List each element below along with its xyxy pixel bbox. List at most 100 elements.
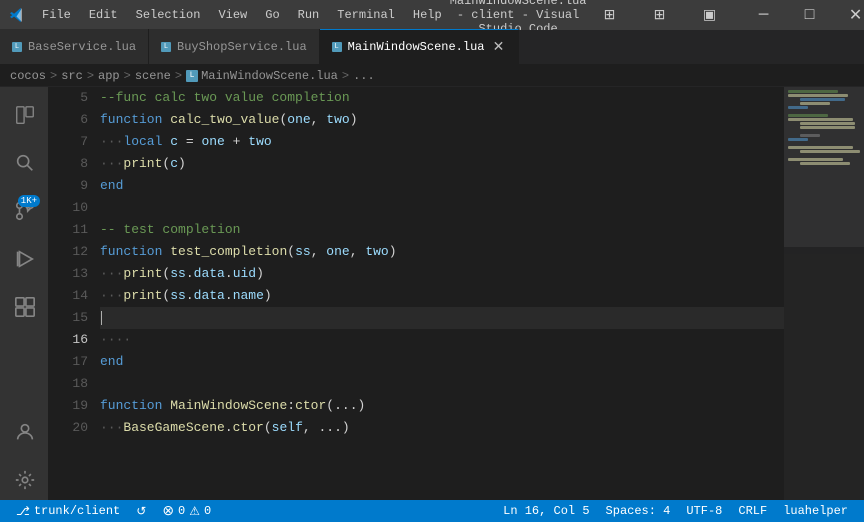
- line-num-8: 8: [48, 153, 88, 175]
- activity-settings[interactable]: [4, 460, 44, 500]
- remote-explorer-button[interactable]: ⊞: [587, 0, 633, 30]
- sync-icon: ↺: [136, 504, 146, 519]
- code-line-6: function calc_two_value(one, two): [100, 109, 784, 131]
- eol-text: CRLF: [738, 504, 767, 518]
- activity-run[interactable]: [4, 239, 44, 279]
- status-sync[interactable]: ↺: [128, 500, 154, 522]
- code-line-20: ···BaseGameScene.ctor(self, ...): [100, 417, 784, 439]
- code-line-18: [100, 373, 784, 395]
- warning-icon: ⚠: [189, 504, 200, 519]
- code-line-9: end: [100, 175, 784, 197]
- language-text: luahelper: [783, 504, 848, 518]
- line-num-20: 20: [48, 417, 88, 439]
- maximize-button[interactable]: □: [787, 0, 833, 30]
- vscode-logo-icon: [10, 7, 26, 23]
- branch-icon: ⎇: [16, 504, 30, 519]
- tab-label: BuyShopService.lua: [177, 40, 307, 54]
- close-button[interactable]: ✕: [833, 0, 864, 30]
- breadcrumb-sep: >: [87, 69, 94, 83]
- menu-go[interactable]: Go: [257, 6, 287, 24]
- minimap[interactable]: [784, 87, 864, 500]
- minimap-slider: [784, 87, 864, 247]
- code-line-11: -- test completion: [100, 219, 784, 241]
- cursor-position: Ln 16, Col 5: [503, 504, 589, 518]
- line-num-18: 18: [48, 373, 88, 395]
- breadcrumb-sep: >: [50, 69, 57, 83]
- window-controls: ⊞ ⊞ ▣ ─ □ ✕: [587, 0, 864, 30]
- status-bar: ⎇ trunk/client ↺ ⊗ 0 ⚠ 0 Ln 16, Col 5 Sp…: [0, 500, 864, 522]
- line-num-10: 10: [48, 197, 88, 219]
- line-num-6: 6: [48, 109, 88, 131]
- line-num-16: 16: [48, 329, 88, 351]
- broadcast-button[interactable]: ⊞: [637, 0, 683, 30]
- title-bar: File Edit Selection View Go Run Terminal…: [0, 0, 864, 30]
- line-num-13: 13: [48, 263, 88, 285]
- breadcrumb-sep: >: [342, 69, 349, 83]
- code-line-13: ···print(ss.data.uid): [100, 263, 784, 285]
- status-spaces[interactable]: Spaces: 4: [598, 500, 679, 522]
- lua-file-icon: L: [332, 42, 342, 52]
- status-eol[interactable]: CRLF: [730, 500, 775, 522]
- activity-source-control[interactable]: 1K+: [4, 191, 44, 231]
- minimize-button[interactable]: ─: [741, 0, 787, 30]
- menu-file[interactable]: File: [34, 6, 79, 24]
- breadcrumb-sep: >: [175, 69, 182, 83]
- lua-file-icon: L: [161, 42, 171, 52]
- editor-area: 5 6 7 8 9 10 11 12 13 14 15 16 17 18 19 …: [48, 87, 864, 500]
- menu-terminal[interactable]: Terminal: [329, 6, 403, 24]
- lua-file-icon: L: [12, 42, 22, 52]
- tab-label: MainWindowScene.lua: [348, 40, 485, 54]
- activity-search[interactable]: [4, 143, 44, 183]
- code-line-14: ···print(ss.data.name): [100, 285, 784, 307]
- menu-selection[interactable]: Selection: [128, 6, 209, 24]
- breadcrumb-part[interactable]: src: [61, 69, 83, 83]
- menu-view[interactable]: View: [210, 6, 255, 24]
- tab-main-window-scene[interactable]: L MainWindowScene.lua ✕: [320, 29, 520, 64]
- breadcrumb-part[interactable]: app: [98, 69, 120, 83]
- branch-name: trunk/client: [34, 504, 120, 518]
- code-line-12: function test_completion(ss, one, two): [100, 241, 784, 263]
- status-language[interactable]: luahelper: [775, 500, 856, 522]
- breadcrumb-file[interactable]: L MainWindowScene.lua: [186, 69, 338, 83]
- line-numbers: 5 6 7 8 9 10 11 12 13 14 15 16 17 18 19 …: [48, 87, 96, 500]
- tab-buy-shop-service[interactable]: L BuyShopService.lua: [149, 29, 320, 64]
- tab-base-service[interactable]: L BaseService.lua: [0, 29, 149, 64]
- minimap-content: [784, 87, 864, 500]
- layout-button[interactable]: ▣: [687, 0, 733, 30]
- line-num-15: 15: [48, 307, 88, 329]
- status-branch[interactable]: ⎇ trunk/client: [8, 500, 128, 522]
- menu-run[interactable]: Run: [290, 6, 328, 24]
- code-line-7: ···local c = one + two: [100, 131, 784, 153]
- menu-bar: File Edit Selection View Go Run Terminal…: [34, 6, 450, 24]
- line-num-5: 5: [48, 87, 88, 109]
- menu-edit[interactable]: Edit: [81, 6, 126, 24]
- activity-extensions[interactable]: [4, 287, 44, 327]
- error-count: 0: [178, 504, 185, 518]
- line-num-12: 12: [48, 241, 88, 263]
- code-line-8: ···print(c): [100, 153, 784, 175]
- text-cursor: [101, 311, 102, 325]
- error-icon: ⊗: [162, 503, 174, 520]
- main-area: 1K+: [0, 87, 864, 500]
- line-num-11: 11: [48, 219, 88, 241]
- status-encoding[interactable]: UTF-8: [678, 500, 730, 522]
- activity-explorer[interactable]: [4, 95, 44, 135]
- encoding-text: UTF-8: [686, 504, 722, 518]
- breadcrumb-part[interactable]: scene: [135, 69, 171, 83]
- breadcrumb-symbol[interactable]: ...: [353, 69, 375, 83]
- activity-accounts[interactable]: [4, 412, 44, 452]
- breadcrumb-part[interactable]: cocos: [10, 69, 46, 83]
- code-line-16: ····: [100, 329, 784, 351]
- status-errors[interactable]: ⊗ 0 ⚠ 0: [154, 500, 219, 522]
- menu-help[interactable]: Help: [405, 6, 450, 24]
- tab-close-button[interactable]: ✕: [490, 39, 506, 55]
- warning-count: 0: [204, 504, 211, 518]
- code-line-15: [100, 307, 784, 329]
- lua-file-icon: L: [186, 70, 198, 82]
- code-line-19: function MainWindowScene:ctor(...): [100, 395, 784, 417]
- code-line-5: --func calc two value completion: [100, 87, 784, 109]
- status-cursor-pos[interactable]: Ln 16, Col 5: [495, 500, 597, 522]
- tab-label: BaseService.lua: [28, 40, 136, 54]
- code-editor[interactable]: 5 6 7 8 9 10 11 12 13 14 15 16 17 18 19 …: [48, 87, 784, 500]
- code-lines: --func calc two value completion functio…: [96, 87, 784, 500]
